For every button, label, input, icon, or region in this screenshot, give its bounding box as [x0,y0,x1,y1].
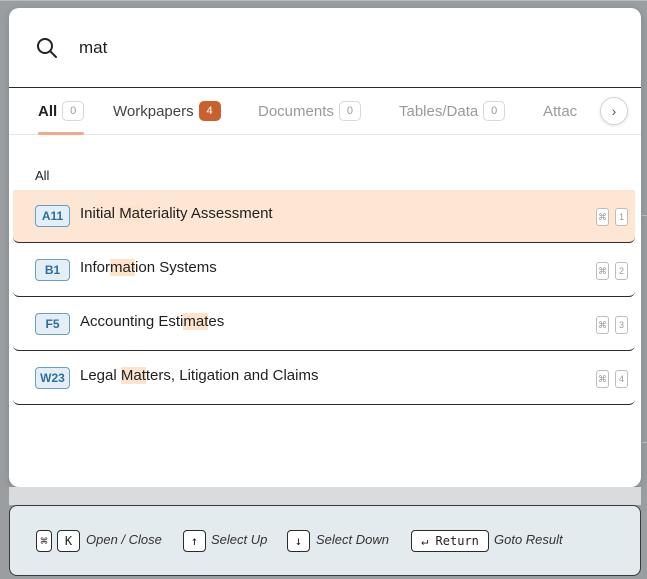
search-bar [9,8,641,88]
tab-documents-count: 0 [338,101,361,121]
result-title: Information Systems [80,259,217,276]
section-label: All [35,168,50,183]
command-key-icon: ⌘ [596,208,609,226]
arrow-down-icon: ↓ [287,530,310,552]
match-highlight: Ma [119,205,141,222]
tab-workpapers-label: Workpapers [113,102,194,120]
backdrop-divider [0,0,647,1]
result-code-badge: A11 [35,205,70,227]
result-row-f5[interactable]: F5 Accounting Estimates ⌘ 3 [13,298,635,351]
search-input[interactable] [79,35,599,61]
result-row-b1[interactable]: B1 Information Systems ⌘ 2 [13,244,635,297]
backdrop-divider [641,442,647,443]
match-highlight: mat [183,313,209,330]
open-close-hint: Open / Close [86,532,162,547]
goto-result-hint: Goto Result [494,532,563,547]
tab-scroll-next-button[interactable]: › [600,97,628,125]
tab-workpapers[interactable]: Workpapers 4 [113,88,221,134]
tab-tables-data-count: 0 [483,101,506,121]
select-down-hint: Select Down [316,532,389,547]
tab-workpapers-count: 4 [198,101,221,121]
result-code-badge: W23 [35,367,70,389]
command-key-icon: ⌘ [36,530,52,552]
result-title: Initial Materiality Assessment [80,205,273,222]
result-code-badge: F5 [35,313,70,335]
command-key-icon: ⌘ [596,262,609,280]
match-highlight: Mat [120,367,146,384]
arrow-up-icon: ↑ [183,530,206,552]
backdrop-divider [641,215,647,216]
k-key: K [57,530,80,552]
chevron-right-icon: › [611,103,617,119]
result-title: Legal Matters, Litigation and Claims [80,367,319,384]
result-row-w23[interactable]: W23 Legal Matters, Litigation and Claims… [13,352,635,405]
modal-bottom-strip [9,487,641,505]
return-key-icon: ↵ Return [411,530,489,552]
keyboard-hints-footer: ⌘ K Open / Close ↑ Select Up ↓ Select Do… [9,505,641,576]
tab-bar: All 0 Workpapers 4 Documents 0 Tables/Da… [9,88,641,135]
select-up-hint: Select Up [211,532,268,547]
search-icon [37,38,57,58]
command-key-icon: ⌘ [596,370,609,388]
shortcut-key: 3 [615,316,628,334]
tab-documents-label: Documents [258,102,334,120]
result-title: Accounting Estimates [80,313,225,330]
tab-all-count: 0 [62,101,85,121]
result-row-a11[interactable]: A11 Initial Materiality Assessment ⌘ 1 [13,190,635,243]
command-key-icon: ⌘ [596,316,609,334]
shortcut-key: 4 [615,370,628,388]
match-highlight: mat [110,259,136,276]
result-code-badge: B1 [35,259,70,281]
search-modal: All 0 Workpapers 4 Documents 0 Tables/Da… [9,8,641,487]
tab-tables-data-label: Tables/Data [399,102,479,120]
shortcut-key: 1 [615,208,628,226]
tab-attachments-label: Attac [543,102,578,120]
shortcut-key: 2 [615,262,628,280]
tab-attachments[interactable]: Attac [543,88,577,134]
tab-documents[interactable]: Documents 0 [258,88,361,134]
tab-all-label: All [38,102,58,120]
tab-all[interactable]: All 0 [38,88,85,135]
tab-tables-data[interactable]: Tables/Data 0 [399,88,506,134]
